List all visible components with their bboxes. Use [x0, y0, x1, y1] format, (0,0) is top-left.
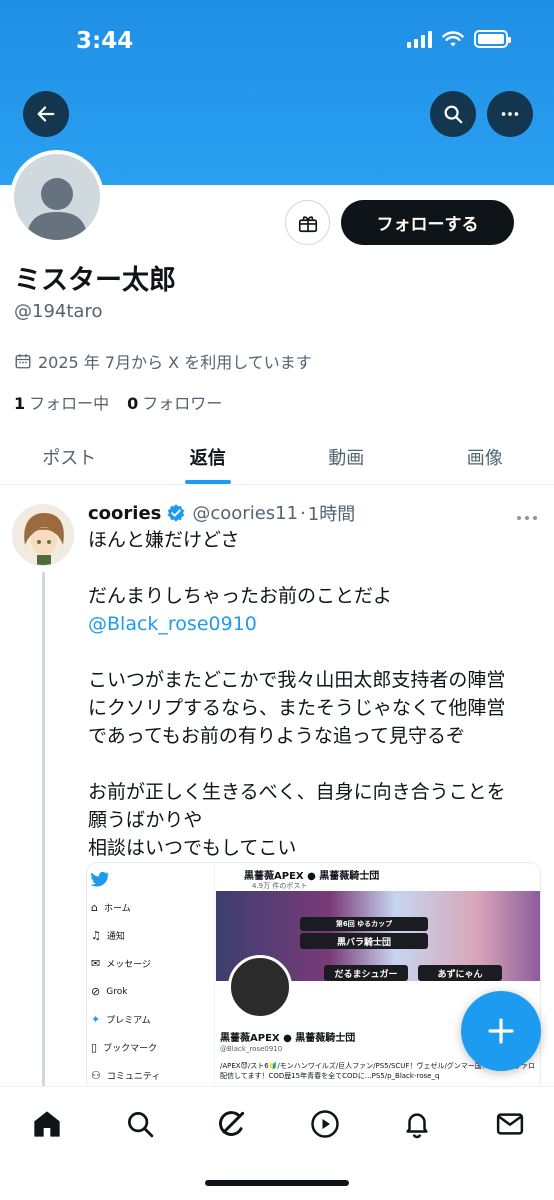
status-time: 3:44	[76, 28, 134, 54]
media-nav-community: ⚇ コミュニティ	[91, 1069, 161, 1082]
battery-icon	[474, 30, 511, 48]
follow-button[interactable]: フォローする	[341, 200, 514, 245]
media-nav-bookmarks: ▯ ブックマーク	[91, 1041, 158, 1054]
media-post-count: 4.9万 件のポスト	[252, 882, 308, 890]
grok-icon	[219, 1111, 245, 1136]
nav-explore[interactable]	[117, 1101, 163, 1147]
more-options-button[interactable]	[487, 91, 533, 137]
media-profile-avatar	[228, 955, 292, 1019]
nav-notifications[interactable]	[394, 1101, 440, 1147]
profile-tabs: ポスト 返信 動画 画像	[0, 430, 554, 485]
post-line: 願うばかりや	[88, 809, 203, 831]
search-icon	[444, 105, 463, 124]
display-name: ミスター太郎	[14, 265, 176, 296]
tab-posts[interactable]: ポスト	[0, 430, 139, 484]
video-icon	[311, 1110, 339, 1138]
plus-icon	[488, 1018, 514, 1044]
compose-button[interactable]	[461, 991, 541, 1071]
post-text: ほんと嫌だけどさ だんまりしちゃったお前のことだよ @Black_rose091…	[88, 526, 544, 862]
post-author-handle[interactable]: @coories11	[192, 503, 298, 524]
followers-link[interactable]: 0 フォロワー	[127, 390, 222, 414]
media-banner-label: 黒バラ騎士団	[300, 933, 428, 949]
media-team-2: あずにゃん	[418, 965, 502, 981]
status-icons	[407, 30, 511, 48]
post-line: こいつがまたどこかで我々山田太郎支持者の陣営	[88, 669, 506, 691]
back-button[interactable]	[23, 91, 69, 137]
media-profile-title: 黒薔薇APEX ● 黒薔薇騎士団	[244, 871, 380, 882]
arrow-left-icon	[37, 106, 55, 122]
calendar-icon	[15, 354, 31, 369]
media-sidebar: ⌂ ホーム ♫ 通知 ✉ メッセージ ⊘ Grok ✦ プレミアム ▯ ブックマーク ⚇ コミ…	[87, 863, 215, 1091]
post-line: お前が正しく生きるべく、自身に向き合うことを	[88, 781, 506, 803]
home-indicator	[205, 1180, 349, 1186]
thread-line	[42, 572, 45, 1092]
follow-counts: 1 フォロー中 0 フォロワー	[14, 390, 222, 414]
bird-logo-icon	[91, 871, 109, 887]
media-banner-tag: 第6回 ゆるカップ	[300, 917, 428, 931]
media-nav-home: ⌂ ホーム	[91, 901, 131, 914]
post-line: であってもお前の有りような追って見守るぞ	[88, 725, 465, 747]
post-time: 1時間	[307, 504, 356, 525]
joined-text: 2025 年 7月から X を利用しています	[38, 353, 312, 372]
media-nav-grok: ⊘ Grok	[91, 985, 128, 998]
default-avatar-icon	[26, 178, 88, 240]
joined-date: 2025 年 7月から X を利用しています	[14, 349, 312, 373]
user-handle: @194taro	[14, 301, 103, 322]
nav-messages[interactable]	[487, 1101, 533, 1147]
tab-images[interactable]: 画像	[416, 430, 554, 484]
cellular-signal-icon	[407, 30, 432, 48]
media-nav-premium: ✦ プレミアム	[91, 1013, 151, 1026]
media-profile-handle: @Black_rose0910	[220, 1045, 283, 1053]
gift-icon	[298, 215, 317, 232]
post-line: だんまりしちゃったお前のことだよ	[88, 585, 393, 607]
following-link[interactable]: 1 フォロー中	[14, 390, 109, 414]
more-icon	[501, 112, 519, 116]
post-line: にクソリプするなら、またそうじゃなくて他陣営	[88, 697, 506, 719]
post-author-avatar[interactable]	[12, 504, 74, 566]
anime-avatar-icon	[13, 505, 73, 565]
search-button[interactable]	[430, 91, 476, 137]
post-header: coories @coories11 · 1時間	[88, 500, 355, 526]
media-team-1: だるまシュガー	[324, 965, 408, 981]
verified-badge-icon	[168, 504, 185, 522]
post-line: ほんと嫌だけどさ	[88, 529, 240, 551]
media-nav-messages: ✉ メッセージ	[91, 957, 152, 970]
post-line: 相談はいつでもしてこい	[88, 837, 297, 859]
wifi-icon	[442, 30, 464, 46]
bell-icon	[406, 1113, 428, 1139]
media-profile-name: 黒薔薇APEX ● 黒薔薇騎士団	[220, 1033, 356, 1044]
post[interactable]: coories @coories11 · 1時間 ほんと嫌だけどさ だんまりしち…	[0, 486, 554, 1092]
mail-icon	[496, 1113, 524, 1135]
tab-replies[interactable]: 返信	[139, 430, 278, 484]
search-icon	[128, 1112, 154, 1138]
post-separator: ·	[300, 502, 306, 524]
post-author-name[interactable]: coories	[88, 503, 161, 524]
home-icon	[34, 1111, 60, 1137]
nav-video[interactable]	[302, 1101, 348, 1147]
nav-grok[interactable]	[209, 1101, 255, 1147]
media-nav-notifications: ♫ 通知	[91, 929, 125, 942]
tab-videos[interactable]: 動画	[277, 430, 416, 484]
post-more-button[interactable]	[516, 508, 538, 527]
gift-button[interactable]	[285, 200, 330, 245]
mention-link[interactable]: @Black_rose0910	[88, 610, 544, 638]
nav-home[interactable]	[24, 1101, 70, 1147]
profile-avatar[interactable]	[10, 150, 104, 244]
more-icon	[517, 516, 537, 520]
